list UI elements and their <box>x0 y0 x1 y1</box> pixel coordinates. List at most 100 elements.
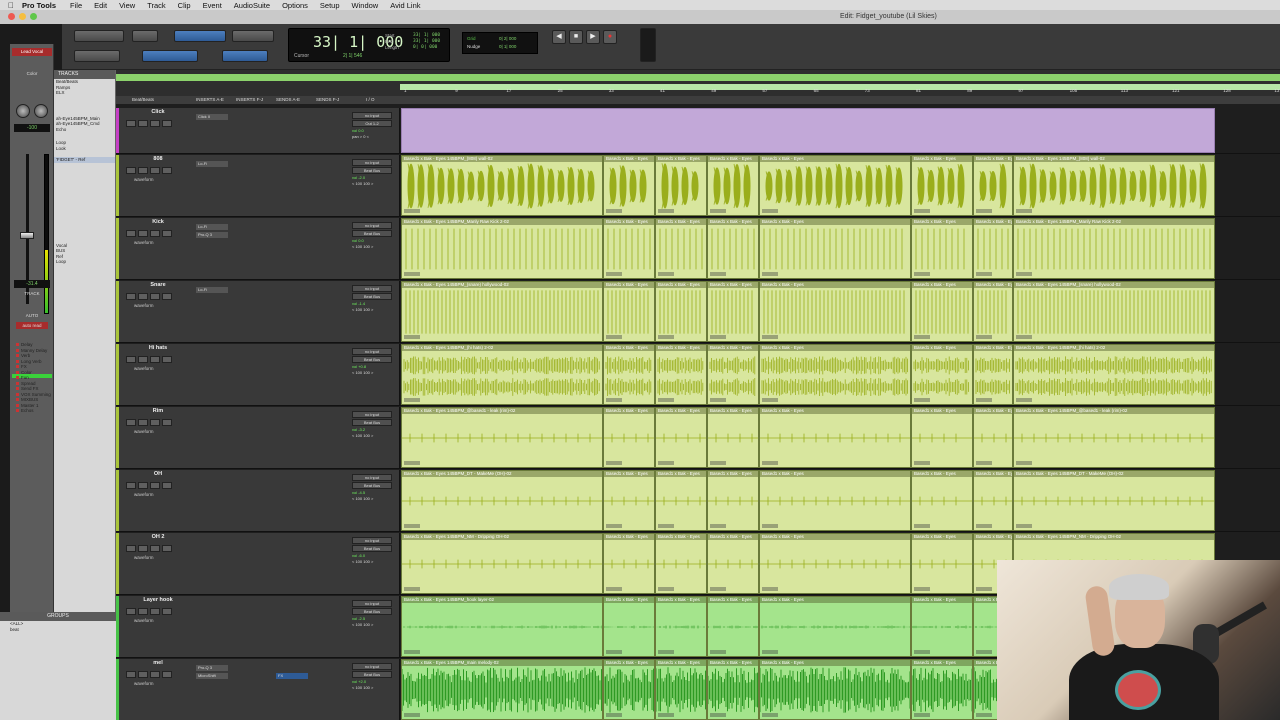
insert-slot[interactable]: Lo-Fi <box>196 287 228 293</box>
output-selector[interactable]: Beat Bus <box>352 167 392 174</box>
list-item[interactable]: Echo <box>54 127 115 133</box>
output-selector[interactable]: Beat Bus <box>352 671 392 678</box>
input-selector[interactable]: no input <box>352 474 392 481</box>
audio-clip[interactable]: Based1 x Bak - Eyes <box>603 218 655 279</box>
audio-clip[interactable]: Based1 x Bak - Eyes <box>655 470 707 531</box>
menu-avid-link[interactable]: Avid Link <box>384 1 426 10</box>
track-view-selector[interactable]: waveform <box>134 177 178 183</box>
menu-edit[interactable]: Edit <box>88 1 113 10</box>
audio-clip[interactable]: Based1 x Bak - Eyes <box>973 344 1013 405</box>
insert-slot[interactable]: Pro-Q 3 <box>196 665 228 671</box>
pan-readout[interactable]: < 100 100 > <box>352 370 392 376</box>
track-view-selector[interactable]: waveform <box>134 303 178 309</box>
audio-clip[interactable]: Based1 x Bak - Eyes <box>911 218 973 279</box>
output-selector[interactable]: Beat Bus <box>352 608 392 615</box>
track-view-selector[interactable]: waveform <box>134 555 178 561</box>
tab-to-transient-icon[interactable] <box>142 50 198 62</box>
audio-clip[interactable]: Based1 x Bak - Eyes 145BPM_hook layer-02 <box>401 596 603 657</box>
output-selector[interactable]: Beat Bus <box>352 356 392 363</box>
audio-clip[interactable]: Based1 x Bak - Eyes <box>655 155 707 216</box>
menu-options[interactable]: Options <box>276 1 314 10</box>
edit-tools-icon[interactable] <box>174 30 226 42</box>
input-monitor-button[interactable] <box>138 482 148 489</box>
send-slot[interactable]: FX <box>276 673 308 679</box>
track-playlist-lane[interactable]: Based1 x Bak - Eyes 145BPM_(snare) holly… <box>401 281 1215 342</box>
menu-view[interactable]: View <box>113 1 141 10</box>
output-selector[interactable]: Beat Bus <box>352 419 392 426</box>
stop-icon[interactable]: ■ <box>569 30 583 44</box>
length-value[interactable]: 0| 0| 000 <box>413 45 437 50</box>
record-enable-button[interactable] <box>126 230 136 237</box>
audio-clip[interactable]: Based1 x Bak - Eyes <box>707 344 759 405</box>
audio-clip[interactable]: Based1 x Bak - Eyes <box>707 407 759 468</box>
audio-clip[interactable]: Based1 x Bak - Eyes <box>707 470 759 531</box>
menu-audiosuite[interactable]: AudioSuite <box>228 1 276 10</box>
track-view-selector[interactable] <box>134 130 178 136</box>
input-monitor-button[interactable] <box>138 545 148 552</box>
strip-track-name[interactable]: Lead Vocal <box>12 48 52 56</box>
link-selection-icon[interactable] <box>222 50 268 62</box>
audio-clip[interactable]: Based1 x Bak - Eyes <box>603 155 655 216</box>
audio-clip[interactable]: Based1 x Bak - Eyes <box>707 218 759 279</box>
audio-clip[interactable]: Based1 x Bak - Eyes <box>603 407 655 468</box>
input-selector[interactable]: no input <box>352 285 392 292</box>
track-playlist-lane[interactable]: Based1 x Bak - Eyes 145BPM_Manly Raw Kic… <box>401 218 1215 279</box>
menu-track[interactable]: Track <box>141 1 171 10</box>
input-monitor-button[interactable] <box>138 419 148 426</box>
input-monitor-button[interactable] <box>138 293 148 300</box>
solo-button[interactable] <box>150 293 160 300</box>
audio-clip[interactable]: Based1 x Bak - Eyes <box>655 659 707 720</box>
audio-clip[interactable]: Based1 x Bak - Eyes <box>759 407 911 468</box>
click-clip[interactable] <box>401 108 1215 153</box>
timeline-rulers[interactable] <box>116 70 1280 96</box>
track-name[interactable]: Click <box>132 109 184 116</box>
grid-nudge-box[interactable]: Grid Nudge 0| 2| 000 0| 1| 000 <box>462 32 538 54</box>
input-selector[interactable]: no input <box>352 600 392 607</box>
audio-clip[interactable]: Based1 x Bak - Eyes 145BPM_(hi hats) 2-0… <box>1013 344 1215 405</box>
track-view-selector[interactable]: waveform <box>134 618 178 624</box>
input-monitor-button[interactable] <box>138 671 148 678</box>
audio-clip[interactable]: Based1 x Bak - Eyes <box>973 218 1013 279</box>
audio-clip[interactable]: Based1 x Bak - Eyes 145BPM_(snare) holly… <box>1013 281 1215 342</box>
audio-clip[interactable]: Based1 x Bak - Eyes <box>707 155 759 216</box>
track-name[interactable]: mel <box>132 660 184 667</box>
insert-slot[interactable]: Lo-Fi <box>196 224 228 230</box>
audio-clip[interactable]: Based1 x Bak - Eyes <box>707 533 759 594</box>
grid-value[interactable]: 0| 2| 000 <box>499 36 516 41</box>
audio-clip[interactable]: Based1 x Bak - Eyes <box>655 281 707 342</box>
output-selector[interactable]: Beat Bus <box>352 230 392 237</box>
mute-button[interactable] <box>162 356 172 363</box>
record-enable-button[interactable] <box>126 356 136 363</box>
audio-clip[interactable]: Based1 x Bak - Eyes <box>603 659 655 720</box>
mute-button[interactable] <box>162 671 172 678</box>
mute-button[interactable] <box>162 482 172 489</box>
audio-clip[interactable]: Based1 x Bak - Eyes <box>759 470 911 531</box>
input-selector[interactable]: no input <box>352 348 392 355</box>
track-header[interactable]: 808 waveform Lo-Fi no input Beat Bus vol -2.0… <box>116 155 400 216</box>
volume-fader[interactable] <box>20 232 34 239</box>
audio-clip[interactable]: Based1 x Bak - Eyes <box>707 659 759 720</box>
track-header[interactable]: mel waveform Pro-Q 3 MicroShift FX no input Be… <box>116 659 400 720</box>
audio-clip[interactable]: Based1 x Bak - Eyes <box>911 659 973 720</box>
audio-clip[interactable]: Based1 x Bak - Eyes <box>603 281 655 342</box>
track-header[interactable]: OH waveform no input Beat Bus vol -4.5 < 100 … <box>116 470 400 531</box>
audio-clip[interactable]: Based1 x Bak - Eyes <box>759 596 911 657</box>
return-to-zero-icon[interactable]: ◀ <box>552 30 566 44</box>
audio-clip[interactable]: Based1 x Bak - Eyes 145BPM_@based1 - lea… <box>401 407 603 468</box>
audio-clip[interactable]: Based1 x Bak - Eyes <box>759 533 911 594</box>
track-playlist-lane[interactable]: Based1 x Bak - Eyes 145BPM_(808) wall-02… <box>401 155 1215 216</box>
main-counter[interactable]: 33| 1| 000 Cursor 2| 1| 546 Start End Le… <box>288 28 450 62</box>
audio-clip[interactable]: Based1 x Bak - Eyes <box>973 155 1013 216</box>
audio-clip[interactable]: Based1 x Bak - Eyes <box>603 344 655 405</box>
audio-clip[interactable]: Based1 x Bak - Eyes <box>973 407 1013 468</box>
track-playlist-lane[interactable]: Based1 x Bak - Eyes 145BPM_(hi hats) 2-0… <box>401 344 1215 405</box>
track-view-selector[interactable]: waveform <box>134 366 178 372</box>
audio-clip[interactable]: Based1 x Bak - Eyes 145BPM_Manly Raw Kic… <box>1013 218 1215 279</box>
audio-clip[interactable]: Based1 x Bak - Eyes <box>759 281 911 342</box>
audio-clip[interactable]: Based1 x Bak - Eyes <box>655 596 707 657</box>
send-knob[interactable] <box>16 104 30 118</box>
input-selector[interactable]: no input <box>352 222 392 229</box>
menu-setup[interactable]: Setup <box>314 1 346 10</box>
audio-clip[interactable]: Based1 x Bak - Eyes <box>911 407 973 468</box>
insert-slot[interactable]: Click II <box>196 114 228 120</box>
